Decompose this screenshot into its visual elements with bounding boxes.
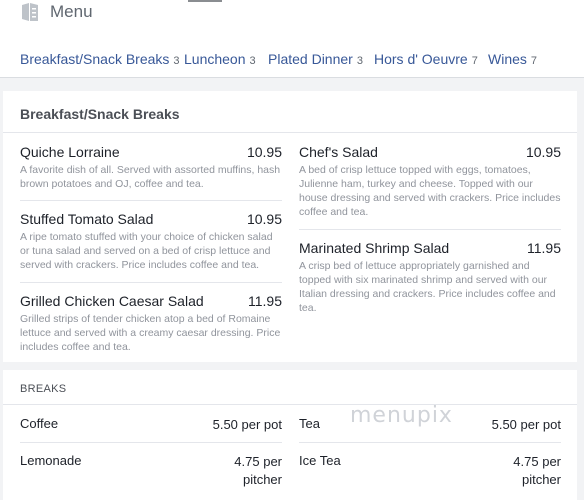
tab-label: Wines — [488, 51, 527, 67]
tab-plated-dinner[interactable]: Plated Dinner 3 — [268, 51, 363, 67]
item-name: Grilled Chicken Caesar Salad — [20, 293, 204, 309]
item-price: 4.75 per pitcher — [513, 454, 561, 487]
item-name: Lemonade — [20, 453, 82, 468]
page-title: Menu — [50, 2, 93, 21]
divider — [3, 132, 577, 133]
tab-count: 7 — [471, 55, 478, 67]
item-price: 5.50 per pot — [491, 417, 561, 432]
item-name: Stuffed Tomato Salad — [20, 211, 154, 227]
section-title: Breakfast/Snack Breaks — [20, 106, 180, 122]
tab-count: 7 — [530, 55, 538, 67]
item-name: Chef's Salad — [299, 144, 378, 160]
item-price: 4.75 per pitcher — [234, 454, 282, 487]
tab-luncheon[interactable]: Luncheon 3 — [184, 51, 256, 67]
item-price: 5.50 per pot — [212, 417, 282, 432]
item-description: Grilled strips of tender chicken atop a … — [20, 313, 281, 353]
tab-wines[interactable]: Wines 7 — [488, 51, 537, 67]
item-description: A ripe tomato stuffed with your choice o… — [20, 231, 273, 271]
tab-label: Hors d' Oeuvre — [374, 51, 468, 67]
category-tabs: Breakfast/Snack Breaks 3 Luncheon 3 Plated… — [0, 40, 584, 78]
watermark: menupix — [350, 403, 453, 428]
tab-hors-doeuvre[interactable]: Hors d' Oeuvre 7 — [374, 51, 478, 67]
item-name: Marinated Shrimp Salad — [299, 240, 450, 256]
breaks-title: BREAKS — [20, 383, 67, 395]
item-description: A bed of crisp lettuce topped with eggs,… — [299, 164, 561, 218]
item-price: 10.95 — [246, 144, 282, 160]
item-name: Coffee — [20, 416, 59, 431]
tab-count: 3 — [249, 55, 256, 67]
menu-header: Menu — [0, 0, 584, 30]
divider — [20, 200, 282, 201]
item-description: A crisp bed of lettuce appropriately gar… — [299, 260, 556, 314]
item-price: 10.95 — [246, 211, 282, 227]
tab-label: Luncheon — [184, 51, 246, 67]
divider — [20, 442, 282, 443]
item-price: 11.95 — [248, 293, 282, 309]
item-name: Tea — [299, 416, 320, 431]
divider — [20, 282, 282, 283]
tab-label: Plated Dinner — [268, 51, 353, 67]
menu-book-icon — [20, 2, 40, 22]
divider — [299, 442, 561, 443]
item-price: 11.95 — [527, 240, 561, 256]
tab-breakfast-snack-breaks[interactable]: Breakfast/Snack Breaks 3 — [20, 51, 180, 67]
tab-count: 3 — [356, 55, 363, 67]
item-description: A favorite dish of all. Served with asso… — [20, 164, 281, 190]
item-name: Quiche Lorraine — [20, 144, 120, 160]
item-name: Ice Tea — [299, 453, 341, 468]
tab-label: Breakfast/Snack Breaks — [20, 51, 170, 67]
tab-count: 3 — [173, 55, 180, 67]
divider — [3, 404, 577, 405]
divider — [299, 229, 561, 230]
item-price: 10.95 — [525, 144, 561, 160]
